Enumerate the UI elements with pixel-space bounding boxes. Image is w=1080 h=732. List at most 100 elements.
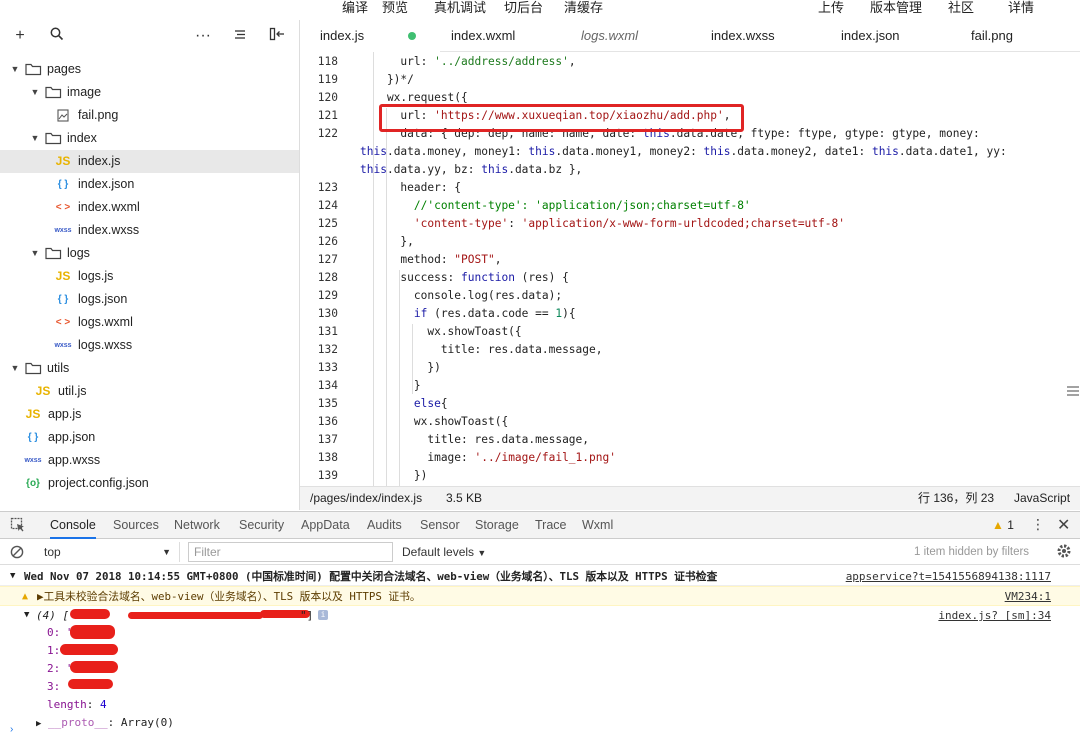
tab-index-wxml[interactable]: index.wxml [451, 20, 515, 52]
warning-icon: ▲ [22, 591, 29, 602]
tree-item[interactable]: ▼ pages [0, 58, 299, 81]
tree-item[interactable]: JS logs.js [0, 265, 299, 288]
expand-arrow-icon[interactable]: ▼ [10, 567, 15, 586]
tab-sensor[interactable]: Sensor [420, 512, 460, 539]
tab-index-wxss[interactable]: index.wxss [711, 20, 775, 52]
json-file-icon: { } [57, 179, 69, 190]
tab-fail-png[interactable]: fail.png [971, 20, 1013, 52]
more-icon[interactable]: ··· [194, 27, 212, 45]
chevron-down-icon[interactable]: ▼ [10, 357, 20, 380]
array-item-1: 1: [47, 644, 61, 657]
community-button[interactable]: 社区 [948, 0, 1008, 16]
tree-item[interactable]: wxss app.wxss [0, 449, 299, 472]
tree-item[interactable]: < > index.wxml [0, 196, 299, 219]
tree-item[interactable]: ▼ image [0, 81, 299, 104]
tab-audits[interactable]: Audits [367, 512, 402, 539]
top-toolbar: 编译 预览 真机调试 切后台 清缓存 上传 版本管理 社区 详情 [0, 0, 1080, 20]
tab-index-js[interactable]: index.js [300, 20, 440, 52]
tree-item[interactable]: {o} project.config.json [0, 472, 299, 495]
console-message-array[interactable]: ▼ (4) [" "] i index.js? [sm]:34 0: " 1: … [0, 606, 1080, 729]
code-line: 134 } [300, 377, 1080, 395]
collapse-icon[interactable] [268, 27, 286, 45]
tab-appdata[interactable]: AppData [301, 512, 350, 539]
compile-button[interactable]: 编译 [342, 0, 382, 16]
tab-wxml[interactable]: Wxml [582, 512, 613, 539]
expand-arrow-icon[interactable]: ▶ [36, 719, 41, 729]
tree-item-label: pages [47, 62, 82, 76]
sort-icon[interactable] [231, 27, 249, 45]
tree-item[interactable]: { } logs.json [0, 288, 299, 311]
version-management-button[interactable]: 版本管理 [870, 0, 948, 16]
plus-icon[interactable]: + [11, 27, 29, 45]
details-button[interactable]: 详情 [1008, 0, 1068, 16]
console-message-info[interactable]: ▼ Wed Nov 07 2018 10:14:55 GMT+0800 (中国标… [0, 567, 1080, 586]
chevron-down-icon[interactable]: ▼ [30, 242, 40, 265]
tree-item[interactable]: JS app.js [0, 403, 299, 426]
message-source-link[interactable]: appservice?t=1541556894138:1117 [846, 567, 1051, 586]
code-text: wx.showToast({ [360, 415, 509, 428]
tree-item[interactable]: JS index.js [0, 150, 299, 173]
code-text: 'content-type': 'application/x-www-form-… [413, 217, 845, 230]
inspect-element-icon[interactable] [10, 517, 26, 536]
tree-item[interactable]: < > logs.wxml [0, 311, 299, 334]
console-prompt-icon[interactable]: › [10, 724, 13, 732]
tree-item[interactable]: wxss index.wxss [0, 219, 299, 242]
line-number: 122 [317, 127, 338, 140]
message-source-link[interactable]: VM234:1 [1005, 587, 1051, 606]
array-header[interactable]: ▼ (4) [" "] i index.js? [sm]:34 [0, 606, 1080, 625]
tree-item[interactable]: ▼ utils [0, 357, 299, 380]
tree-item[interactable]: wxss logs.wxss [0, 334, 299, 357]
info-icon: i [318, 610, 328, 620]
tree-item-label: image [67, 85, 102, 99]
tree-item[interactable]: { } index.json [0, 173, 299, 196]
clear-console-icon[interactable] [10, 545, 24, 562]
language-mode[interactable]: JavaScript [1014, 487, 1070, 509]
code-line: 118 url: '../address/address', [300, 53, 1080, 71]
log-levels-select[interactable]: Default levels ▼ [402, 542, 486, 563]
message-source-link[interactable]: index.js? [sm]:34 [938, 606, 1051, 625]
tree-item-label: logs.wxss [78, 338, 133, 352]
tree-item-label: index.wxss [78, 223, 140, 237]
line-number: 128 [317, 271, 338, 284]
tree-item[interactable]: fail.png [0, 104, 299, 127]
tree-item-label: index [67, 131, 97, 145]
tree-item[interactable]: ▼ index [0, 127, 299, 150]
warning-counter[interactable]: ▲ 1 [992, 518, 1014, 532]
tab-sources[interactable]: Sources [113, 512, 159, 539]
search-icon[interactable] [48, 27, 66, 45]
tab-console[interactable]: Console [50, 512, 96, 539]
cursor-position[interactable]: 行 136，列 23 [918, 487, 994, 509]
tab-logs-wxml[interactable]: logs.wxml [581, 20, 638, 52]
chevron-down-icon[interactable]: ▼ [30, 127, 40, 150]
preview-button[interactable]: 预览 [382, 0, 434, 16]
tab-network[interactable]: Network [174, 512, 220, 539]
console-message-warning[interactable]: ▲ ▶工具未校验合法域名、web-view（业务域名）、TLS 版本以及 HTT… [0, 586, 1080, 606]
tree-item[interactable]: ▼ logs [0, 242, 299, 265]
code-text: title: res.data.message, [360, 343, 603, 356]
folder-open-icon [45, 132, 62, 145]
clear-cache-button[interactable]: 清缓存 [564, 0, 624, 16]
wxss-file-icon: wxss [24, 457, 42, 464]
tab-security[interactable]: Security [239, 512, 284, 539]
context-select[interactable]: top ▼ [34, 542, 180, 562]
chevron-down-icon[interactable]: ▼ [30, 81, 40, 104]
redaction-mark [70, 661, 118, 673]
code-text: }) [360, 361, 441, 374]
remote-debug-button[interactable]: 真机调试 [434, 0, 504, 16]
tab-index-json[interactable]: index.json [841, 20, 900, 52]
tab-trace[interactable]: Trace [535, 512, 567, 539]
settings-gear-icon[interactable] [1056, 543, 1072, 562]
tree-item[interactable]: JS util.js [0, 380, 299, 403]
filter-input[interactable]: Filter [188, 542, 393, 562]
chevron-down-icon[interactable]: ▼ [10, 58, 20, 81]
close-icon[interactable]: ✕ [1057, 515, 1070, 535]
background-button[interactable]: 切后台 [504, 0, 564, 16]
tab-storage[interactable]: Storage [475, 512, 519, 539]
code-line: 127 method: "POST", [300, 251, 1080, 269]
kebab-menu-icon[interactable]: ⋮ [1031, 516, 1045, 533]
collapse-arrow-icon[interactable]: ▼ [24, 606, 29, 625]
upload-button[interactable]: 上传 [818, 0, 870, 16]
tree-item[interactable]: { } app.json [0, 426, 299, 449]
array-proto[interactable]: ▶ __proto__: Array(0) [36, 713, 174, 732]
filter-placeholder: Filter [194, 545, 221, 559]
